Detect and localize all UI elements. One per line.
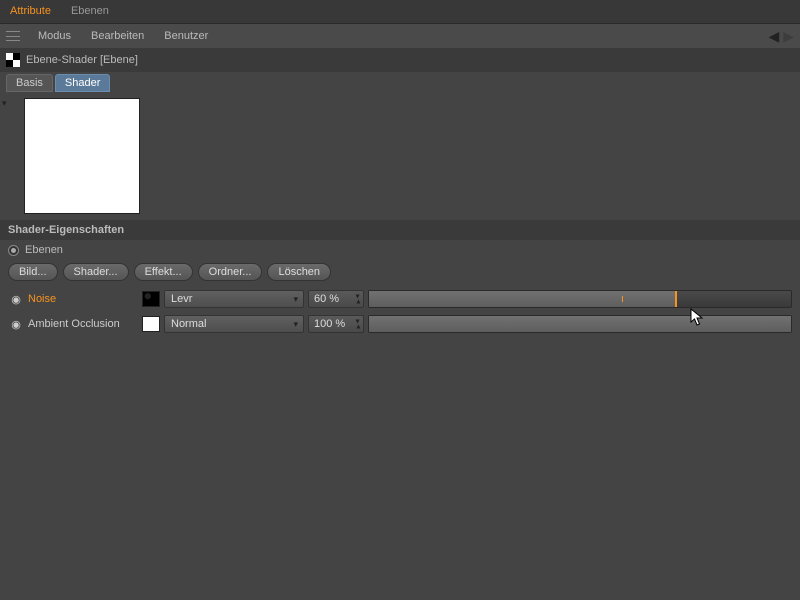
layer-row: ◉ Noise Levr 60 % (8, 288, 792, 310)
mode-tab-shader[interactable]: Shader (55, 74, 110, 92)
radio-ebenen-label: Ebenen (25, 244, 63, 256)
tab-ebenen[interactable]: Ebenen (61, 0, 119, 23)
layer-list: ◉ Noise Levr 60 % ◉ Ambient Occlusion No… (0, 284, 800, 342)
visibility-icon[interactable]: ◉ (8, 318, 24, 331)
layer-name[interactable]: Ambient Occlusion (28, 318, 138, 330)
visibility-icon[interactable]: ◉ (8, 293, 24, 306)
btn-loeschen[interactable]: Löschen (267, 263, 331, 281)
shader-preview[interactable] (24, 98, 140, 214)
layer-row: ◉ Ambient Occlusion Normal 100 % (8, 313, 792, 335)
layers-radio-row: Ebenen (0, 240, 800, 260)
object-title: Ebene-Shader [Ebene] (26, 54, 138, 66)
btn-ordner[interactable]: Ordner... (198, 263, 263, 281)
shader-icon (6, 53, 20, 67)
blend-mode-dropdown[interactable]: Levr (164, 290, 304, 308)
btn-bild[interactable]: Bild... (8, 263, 58, 281)
menu-benutzer[interactable]: Benutzer (154, 30, 218, 42)
opacity-input[interactable]: 60 % (308, 290, 364, 308)
panel-tabs: Attribute Ebenen (0, 0, 800, 24)
menu-modus[interactable]: Modus (28, 30, 81, 42)
object-header: Ebene-Shader [Ebene] (0, 48, 800, 72)
mode-tabs: Basis Shader (0, 72, 800, 92)
layer-buttons: Bild... Shader... Effekt... Ordner... Lö… (0, 260, 800, 284)
btn-effekt[interactable]: Effekt... (134, 263, 193, 281)
blend-mode-dropdown[interactable]: Normal (164, 315, 304, 333)
layer-name[interactable]: Noise (28, 293, 138, 305)
nav-back-icon[interactable]: ◀ (768, 28, 779, 45)
layer-swatch[interactable] (142, 316, 160, 332)
collapse-icon[interactable]: ▾ (2, 98, 7, 109)
opacity-slider[interactable] (368, 290, 792, 308)
opacity-slider[interactable] (368, 315, 792, 333)
section-header: Shader-Eigenschaften (0, 220, 800, 240)
layer-swatch[interactable] (142, 291, 160, 307)
preview-area: ▾ (0, 92, 800, 220)
opacity-input[interactable]: 100 % (308, 315, 364, 333)
list-icon[interactable] (6, 29, 20, 43)
radio-ebenen[interactable] (8, 245, 19, 256)
menu-bar: Modus Bearbeiten Benutzer ◀ ▶ (0, 24, 800, 48)
menu-bearbeiten[interactable]: Bearbeiten (81, 30, 154, 42)
btn-shader[interactable]: Shader... (63, 263, 129, 281)
nav-fwd-icon[interactable]: ▶ (783, 28, 794, 45)
tab-attribute[interactable]: Attribute (0, 0, 61, 23)
mode-tab-basis[interactable]: Basis (6, 74, 53, 92)
